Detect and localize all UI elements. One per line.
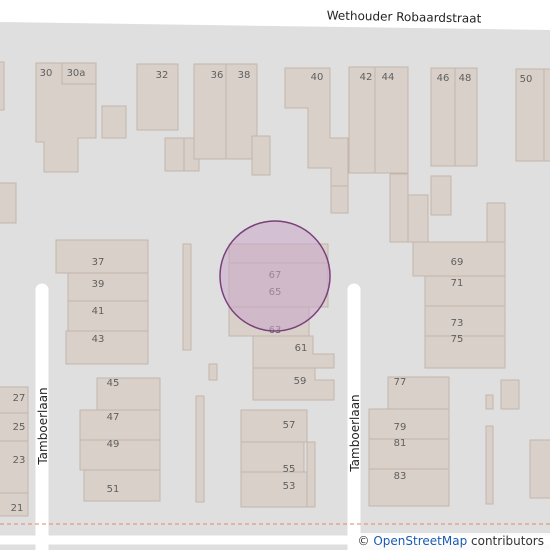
house-number: 27: [13, 393, 26, 404]
house-number: 44: [382, 72, 395, 83]
house-number: 25: [13, 422, 26, 433]
map-view[interactable]: Wethouder Robaardstraat Tamboerlaan Tamb…: [0, 0, 550, 550]
building: [79, 409, 161, 441]
building: [252, 335, 335, 369]
building: [368, 438, 450, 470]
house-number: 32: [156, 70, 169, 81]
building: [500, 379, 520, 410]
street-label-tamboerlaan-center: Tamboerlaan: [348, 394, 362, 472]
attribution-suffix: contributors: [471, 534, 544, 548]
building: [306, 441, 316, 508]
house-number: 37: [92, 257, 105, 268]
building: [430, 175, 452, 216]
house-number: 30a: [67, 68, 86, 79]
building: [101, 105, 127, 139]
building: [195, 395, 205, 503]
house-number: 53: [283, 481, 296, 492]
house-number: 23: [13, 455, 26, 466]
house-number: 40: [311, 72, 324, 83]
house-number: 57: [283, 420, 296, 431]
map-attribution: © OpenStreetMap contributors: [353, 533, 550, 550]
buildings-top-row: [0, 61, 550, 243]
building: [240, 409, 308, 443]
house-number: 41: [92, 306, 105, 317]
house-number: 46: [437, 73, 450, 84]
building: [65, 330, 149, 365]
map-canvas: Wethouder Robaardstraat Tamboerlaan Tamb…: [0, 0, 550, 550]
buildings-block-37-43: [55, 239, 192, 365]
house-number: 71: [451, 278, 464, 289]
house-number: 50: [520, 74, 533, 85]
building: [529, 439, 550, 499]
building: [182, 243, 192, 351]
house-number: 77: [394, 377, 407, 388]
house-number: 45: [107, 378, 120, 389]
building: [389, 173, 409, 243]
house-number: 81: [394, 438, 407, 449]
openstreetmap-link[interactable]: OpenStreetMap: [373, 534, 467, 548]
house-number: 79: [394, 422, 407, 433]
building: [407, 194, 429, 243]
house-number: 21: [11, 503, 24, 514]
building: [424, 275, 506, 307]
building: [0, 61, 5, 111]
house-number: 38: [238, 70, 251, 81]
building: [486, 202, 506, 246]
house-number: 69: [451, 257, 464, 268]
house-number: 42: [360, 72, 373, 83]
building: [424, 335, 506, 369]
building: [368, 468, 450, 507]
house-number: 83: [394, 471, 407, 482]
house-number: 51: [107, 484, 120, 495]
building: [251, 135, 271, 176]
buildings-block-45-51: [79, 363, 218, 503]
building: [0, 440, 29, 494]
street-label-tamboerlaan-left: Tamboerlaan: [36, 387, 50, 465]
building: [79, 439, 161, 471]
house-number: 43: [92, 334, 105, 345]
building: [284, 67, 349, 187]
building: [240, 471, 308, 508]
house-number: 48: [459, 73, 472, 84]
building: [543, 68, 550, 162]
buildings-block-53-57: [240, 409, 316, 508]
house-number: 36: [211, 70, 224, 81]
copyright-symbol: ©: [357, 534, 370, 548]
location-marker-circle[interactable]: [219, 220, 331, 332]
building: [485, 394, 494, 410]
house-number: 30: [40, 68, 53, 79]
building: [330, 185, 349, 214]
house-number: 39: [92, 279, 105, 290]
house-number: 61: [295, 343, 308, 354]
house-number: 55: [283, 464, 296, 475]
building: [67, 272, 149, 302]
building: [368, 408, 450, 440]
house-number: 47: [107, 412, 120, 423]
building: [0, 182, 17, 224]
building: [67, 300, 149, 332]
house-number: 73: [451, 318, 464, 329]
house-number: 59: [294, 376, 307, 387]
building: [208, 363, 218, 381]
building: [83, 469, 161, 502]
buildings-block-21-27: [0, 386, 29, 517]
house-number: 75: [451, 334, 464, 345]
house-number: 49: [107, 439, 120, 450]
building: [485, 425, 494, 505]
building: [424, 305, 506, 337]
building: [164, 137, 185, 172]
